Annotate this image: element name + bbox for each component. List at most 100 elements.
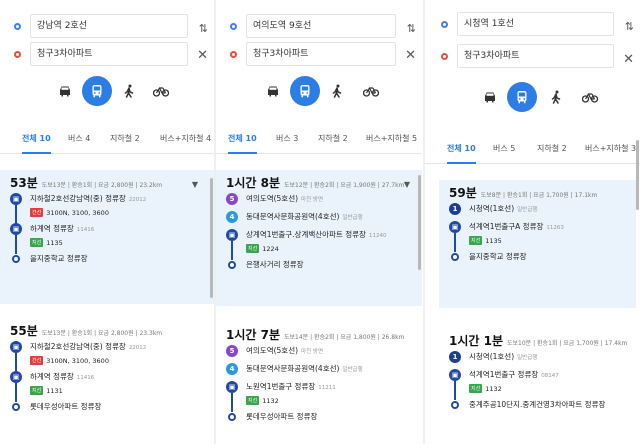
tab-bus-subway[interactable]: 버스+지하철 4 xyxy=(160,124,211,154)
swap-icon[interactable]: ⇅ xyxy=(199,22,208,35)
bus-icon xyxy=(517,91,527,104)
search-box: 시청역 1호선 청구3차아파트 ⇅ ✕ xyxy=(425,8,640,68)
result-tabs: 전체 10 버스 3 지하철 2 버스+지하철 5 xyxy=(216,124,422,154)
route-duration: 53분 xyxy=(10,176,38,190)
stop-name: 중계주공10단지.중계건영3차아파트 정류장 xyxy=(469,400,606,409)
walk-icon xyxy=(332,84,342,98)
route-panel-cityhall: 시청역 1호선 청구3차아파트 ⇅ ✕ 전체 10 버스 5 지하철 2 버스+… xyxy=(425,0,640,444)
tab-subway[interactable]: 지하철 2 xyxy=(537,134,567,164)
destination-stop-icon xyxy=(12,255,20,263)
stop-id: 11211 xyxy=(318,385,336,391)
bus-stop-icon: ▣ xyxy=(10,223,22,235)
bike-icon xyxy=(363,87,379,97)
expand-caret-icon[interactable]: ▼ xyxy=(192,180,198,189)
stop-name: 지하철2호선강남역(중) 정류장 xyxy=(30,342,126,351)
bus-stop-icon: ▣ xyxy=(10,193,22,205)
destination-input[interactable]: 청구3차아파트 xyxy=(246,42,396,66)
tab-subway[interactable]: 지하철 2 xyxy=(318,124,348,154)
bus-numbers: 1132 xyxy=(485,384,502,393)
destination-row: 청구3차아파트 xyxy=(441,44,614,68)
route-card[interactable]: 1시간 7분 도보14분 | 환승2회 | 요금 1,800원 | 26.8km … xyxy=(216,322,422,444)
scrollbar[interactable] xyxy=(636,140,639,210)
mode-bike[interactable] xyxy=(356,76,386,106)
stop-id: 22012 xyxy=(128,197,147,203)
destination-input[interactable]: 청구3차아파트 xyxy=(457,44,614,68)
stop-name: 동대문역사문화공원역(4호선) xyxy=(246,364,340,373)
mode-walk[interactable] xyxy=(541,82,571,112)
scrollbar[interactable] xyxy=(210,178,213,298)
transport-modes xyxy=(425,82,640,112)
mode-car[interactable] xyxy=(475,82,505,112)
origin-input[interactable]: 여의도역 9호선 xyxy=(246,14,396,38)
subway-line-4-icon: 4 xyxy=(226,211,238,223)
mode-transit[interactable] xyxy=(82,76,112,106)
search-box: 여의도역 9호선 청구3차아파트 ⇅ ✕ xyxy=(216,10,422,70)
mode-transit[interactable] xyxy=(290,76,320,106)
mode-bike[interactable] xyxy=(575,82,605,112)
tab-all[interactable]: 전체 10 xyxy=(447,134,476,164)
tab-all[interactable]: 전체 10 xyxy=(22,124,51,154)
mode-walk[interactable] xyxy=(114,76,144,106)
origin-row: 시청역 1호선 xyxy=(441,12,614,36)
transport-modes xyxy=(0,76,214,106)
bus-stop-icon: ▣ xyxy=(10,371,22,383)
tab-bus[interactable]: 버스 5 xyxy=(493,134,515,164)
stop-name: 노원역1번출구 정류장 xyxy=(246,382,316,391)
bus-numbers: 3100N, 3100, 3600 xyxy=(46,356,109,365)
route-card[interactable]: 1시간 8분 도보12분 | 환승2회 | 요금 1,900원 | 27.7km … xyxy=(216,170,422,306)
origin-input[interactable]: 시청역 1호선 xyxy=(457,12,614,36)
car-icon xyxy=(60,86,70,97)
route-panel-yeouido: 여의도역 9호선 청구3차아파트 ⇅ ✕ 전체 10 버스 3 지하철 2 버스… xyxy=(216,0,422,444)
bus-icon xyxy=(92,85,102,98)
transport-modes xyxy=(216,76,422,106)
origin-marker-icon xyxy=(230,22,237,30)
bus-stop-icon: ▣ xyxy=(449,221,461,233)
result-tabs: 전체 10 버스 5 지하철 2 버스+지하철 3 xyxy=(425,134,640,164)
mode-car[interactable] xyxy=(50,76,80,106)
stop-name: 을지중학교 정류장 xyxy=(469,252,527,261)
subway-line-1-icon: 1 xyxy=(449,203,461,215)
origin-input[interactable]: 강남역 2호선 xyxy=(30,14,188,38)
bus-stop-icon: ▣ xyxy=(226,229,238,241)
origin-marker-icon xyxy=(441,20,448,28)
tab-subway[interactable]: 지하철 2 xyxy=(110,124,140,154)
route-summary: 도보12분 | 환승2회 | 요금 1,900원 | 27.7km xyxy=(284,182,405,189)
mode-transit[interactable] xyxy=(507,82,537,112)
close-icon[interactable]: ✕ xyxy=(623,52,634,67)
subway-line-1-icon: 1 xyxy=(449,351,461,363)
subway-line-5-icon: 5 xyxy=(226,193,238,205)
bus-numbers: 1131 xyxy=(46,386,63,395)
scrollbar[interactable] xyxy=(418,175,421,270)
route-card[interactable]: 1시간 1분 도보10분 | 환승1회 | 요금 1,700원 | 17.4km … xyxy=(439,328,636,444)
tab-bus-subway[interactable]: 버스+지하철 3 xyxy=(585,134,636,164)
swap-icon[interactable]: ⇅ xyxy=(625,20,634,33)
bus-type-badge: 간선 xyxy=(30,356,44,365)
stop-name: 은행사거리 정류장 xyxy=(246,260,304,269)
tab-bus[interactable]: 버스 4 xyxy=(68,124,90,154)
route-card[interactable]: 55분 도보13분 | 환승1회 | 요금 2,800원 | 23.3km ▣ 지… xyxy=(0,318,214,444)
stop-name: 시청역(1호선) xyxy=(469,352,515,361)
expand-caret-icon[interactable]: ▼ xyxy=(404,180,410,189)
stop-name: 하계역 정류장 xyxy=(30,372,74,381)
subway-line-5-icon: 5 xyxy=(226,345,238,357)
route-card[interactable]: 59분 도보8분 | 환승1회 | 요금 1,700원 | 17.1km 1 시청… xyxy=(439,180,636,308)
route-summary: 도보13분 | 환승1회 | 요금 2,800원 | 23.2km xyxy=(41,182,163,189)
tab-bus[interactable]: 버스 3 xyxy=(276,124,298,154)
route-card[interactable]: 53분 도보13분 | 환승1회 | 요금 2,800원 | 23.2km ▼ ▣… xyxy=(0,170,214,304)
mode-car[interactable] xyxy=(258,76,288,106)
swap-icon[interactable]: ⇅ xyxy=(407,22,416,35)
stop-service: 일반급행 xyxy=(517,207,538,213)
mode-bike[interactable] xyxy=(146,76,176,106)
tab-all[interactable]: 전체 10 xyxy=(228,124,257,154)
close-icon[interactable]: ✕ xyxy=(197,48,208,63)
stop-name: 지하철2호선강남역(중) 정류장 xyxy=(30,194,126,203)
car-icon xyxy=(485,92,495,103)
bus-type-badge: 지선 xyxy=(30,238,44,247)
origin-row: 강남역 2호선 xyxy=(14,14,188,38)
destination-input[interactable]: 청구3차아파트 xyxy=(30,42,188,66)
car-icon xyxy=(268,86,278,97)
close-icon[interactable]: ✕ xyxy=(405,48,416,63)
walk-icon xyxy=(124,84,134,98)
mode-walk[interactable] xyxy=(322,76,352,106)
tab-bus-subway[interactable]: 버스+지하철 5 xyxy=(366,124,417,154)
